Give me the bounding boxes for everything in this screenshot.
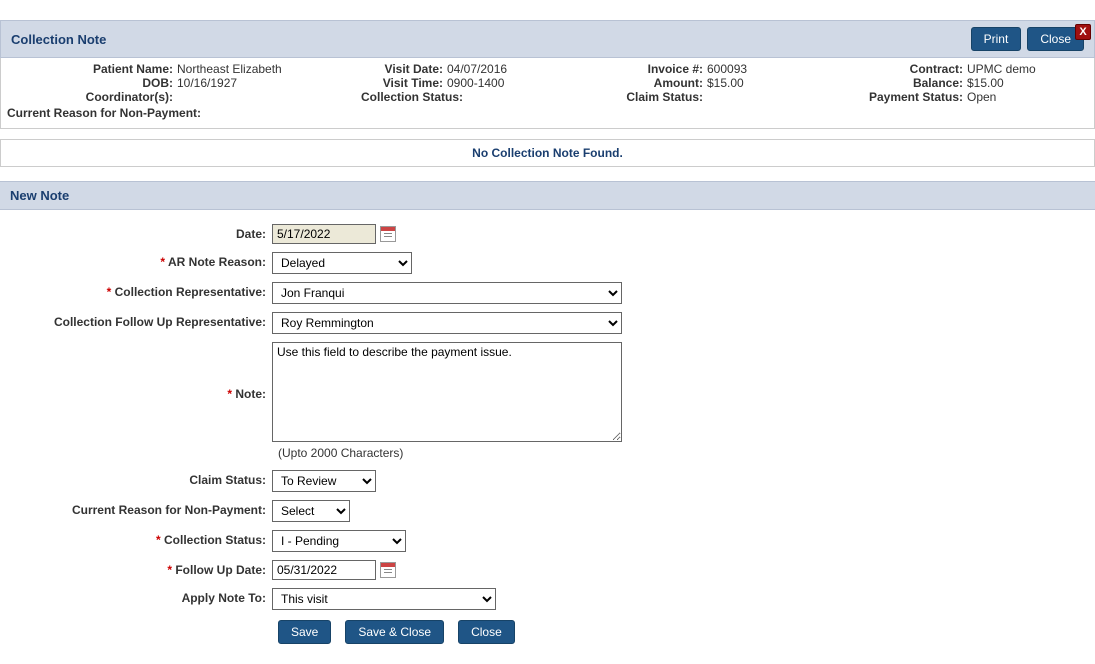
- save-button[interactable]: Save: [278, 620, 331, 644]
- dob-value: 10/16/1927: [177, 76, 357, 90]
- coordinators-label: Coordinator(s):: [7, 90, 177, 104]
- collection-rep-select[interactable]: Jon Franqui: [272, 282, 622, 304]
- balance-label: Balance:: [847, 76, 967, 90]
- calendar-icon[interactable]: [380, 562, 396, 578]
- payment-status-value: Open: [967, 90, 1077, 104]
- new-note-form: Date: * AR Note Reason: Delayed * Collec…: [0, 210, 1095, 664]
- info-panel: Patient Name:Northeast Elizabeth Visit D…: [0, 58, 1095, 129]
- collection-status-select[interactable]: I - Pending: [272, 530, 406, 552]
- visit-date-value: 04/07/2016: [447, 62, 607, 76]
- claim-status-label: Claim Status:: [189, 473, 266, 487]
- note-helper-text: (Upto 2000 Characters): [0, 446, 1095, 460]
- followup-date-label: Follow Up Date:: [175, 563, 266, 577]
- balance-value: $15.00: [967, 76, 1077, 90]
- no-note-message: No Collection Note Found.: [0, 139, 1095, 167]
- coordinators-value: [177, 90, 357, 104]
- print-button[interactable]: Print: [971, 27, 1022, 51]
- nonpay-reason-label: Current Reason for Non-Payment:: [72, 503, 266, 517]
- contract-value: UPMC demo: [967, 62, 1077, 76]
- header-actions: Print Close: [971, 27, 1084, 51]
- apply-note-select[interactable]: This visit: [272, 588, 496, 610]
- collection-status-label: Collection Status:: [164, 533, 266, 547]
- collection-rep-label: Collection Representative:: [115, 285, 266, 299]
- followup-rep-label: Collection Follow Up Representative:: [54, 315, 266, 329]
- apply-note-label: Apply Note To:: [182, 591, 266, 605]
- amount-label: Amount:: [607, 76, 707, 90]
- payment-status-label: Payment Status:: [847, 90, 967, 104]
- date-label: Date:: [236, 227, 266, 241]
- amount-value: $15.00: [707, 76, 847, 90]
- page-title: Collection Note: [11, 32, 106, 47]
- new-note-section-header: New Note: [0, 181, 1095, 210]
- contract-label: Contract:: [847, 62, 967, 76]
- invoice-value: 600093: [707, 62, 847, 76]
- date-input[interactable]: [272, 224, 376, 244]
- info-collection-status-value: [467, 90, 607, 104]
- ar-reason-label: AR Note Reason:: [168, 255, 266, 269]
- window-close-icon[interactable]: X: [1075, 24, 1091, 40]
- form-close-button[interactable]: Close: [458, 620, 515, 644]
- visit-date-label: Visit Date:: [357, 62, 447, 76]
- dob-label: DOB:: [7, 76, 177, 90]
- info-nonpay-label: Current Reason for Non-Payment:: [7, 106, 201, 120]
- info-claim-status-value: [707, 90, 847, 104]
- info-collection-status-label: Collection Status:: [357, 90, 467, 104]
- patient-name-label: Patient Name:: [7, 62, 177, 76]
- followup-date-input[interactable]: [272, 560, 376, 580]
- calendar-icon[interactable]: [380, 226, 396, 242]
- patient-name-value: Northeast Elizabeth: [177, 62, 357, 76]
- claim-status-select[interactable]: To Review: [272, 470, 376, 492]
- header-bar: Collection Note Print Close: [0, 20, 1095, 58]
- invoice-label: Invoice #:: [607, 62, 707, 76]
- note-textarea[interactable]: [272, 342, 622, 442]
- info-claim-status-label: Claim Status:: [607, 90, 707, 104]
- followup-rep-select[interactable]: Roy Remmington: [272, 312, 622, 334]
- visit-time-value: 0900-1400: [447, 76, 607, 90]
- save-close-button[interactable]: Save & Close: [345, 620, 444, 644]
- note-label: Note:: [235, 387, 266, 401]
- nonpay-reason-select[interactable]: Select: [272, 500, 350, 522]
- ar-reason-select[interactable]: Delayed: [272, 252, 412, 274]
- visit-time-label: Visit Time:: [357, 76, 447, 90]
